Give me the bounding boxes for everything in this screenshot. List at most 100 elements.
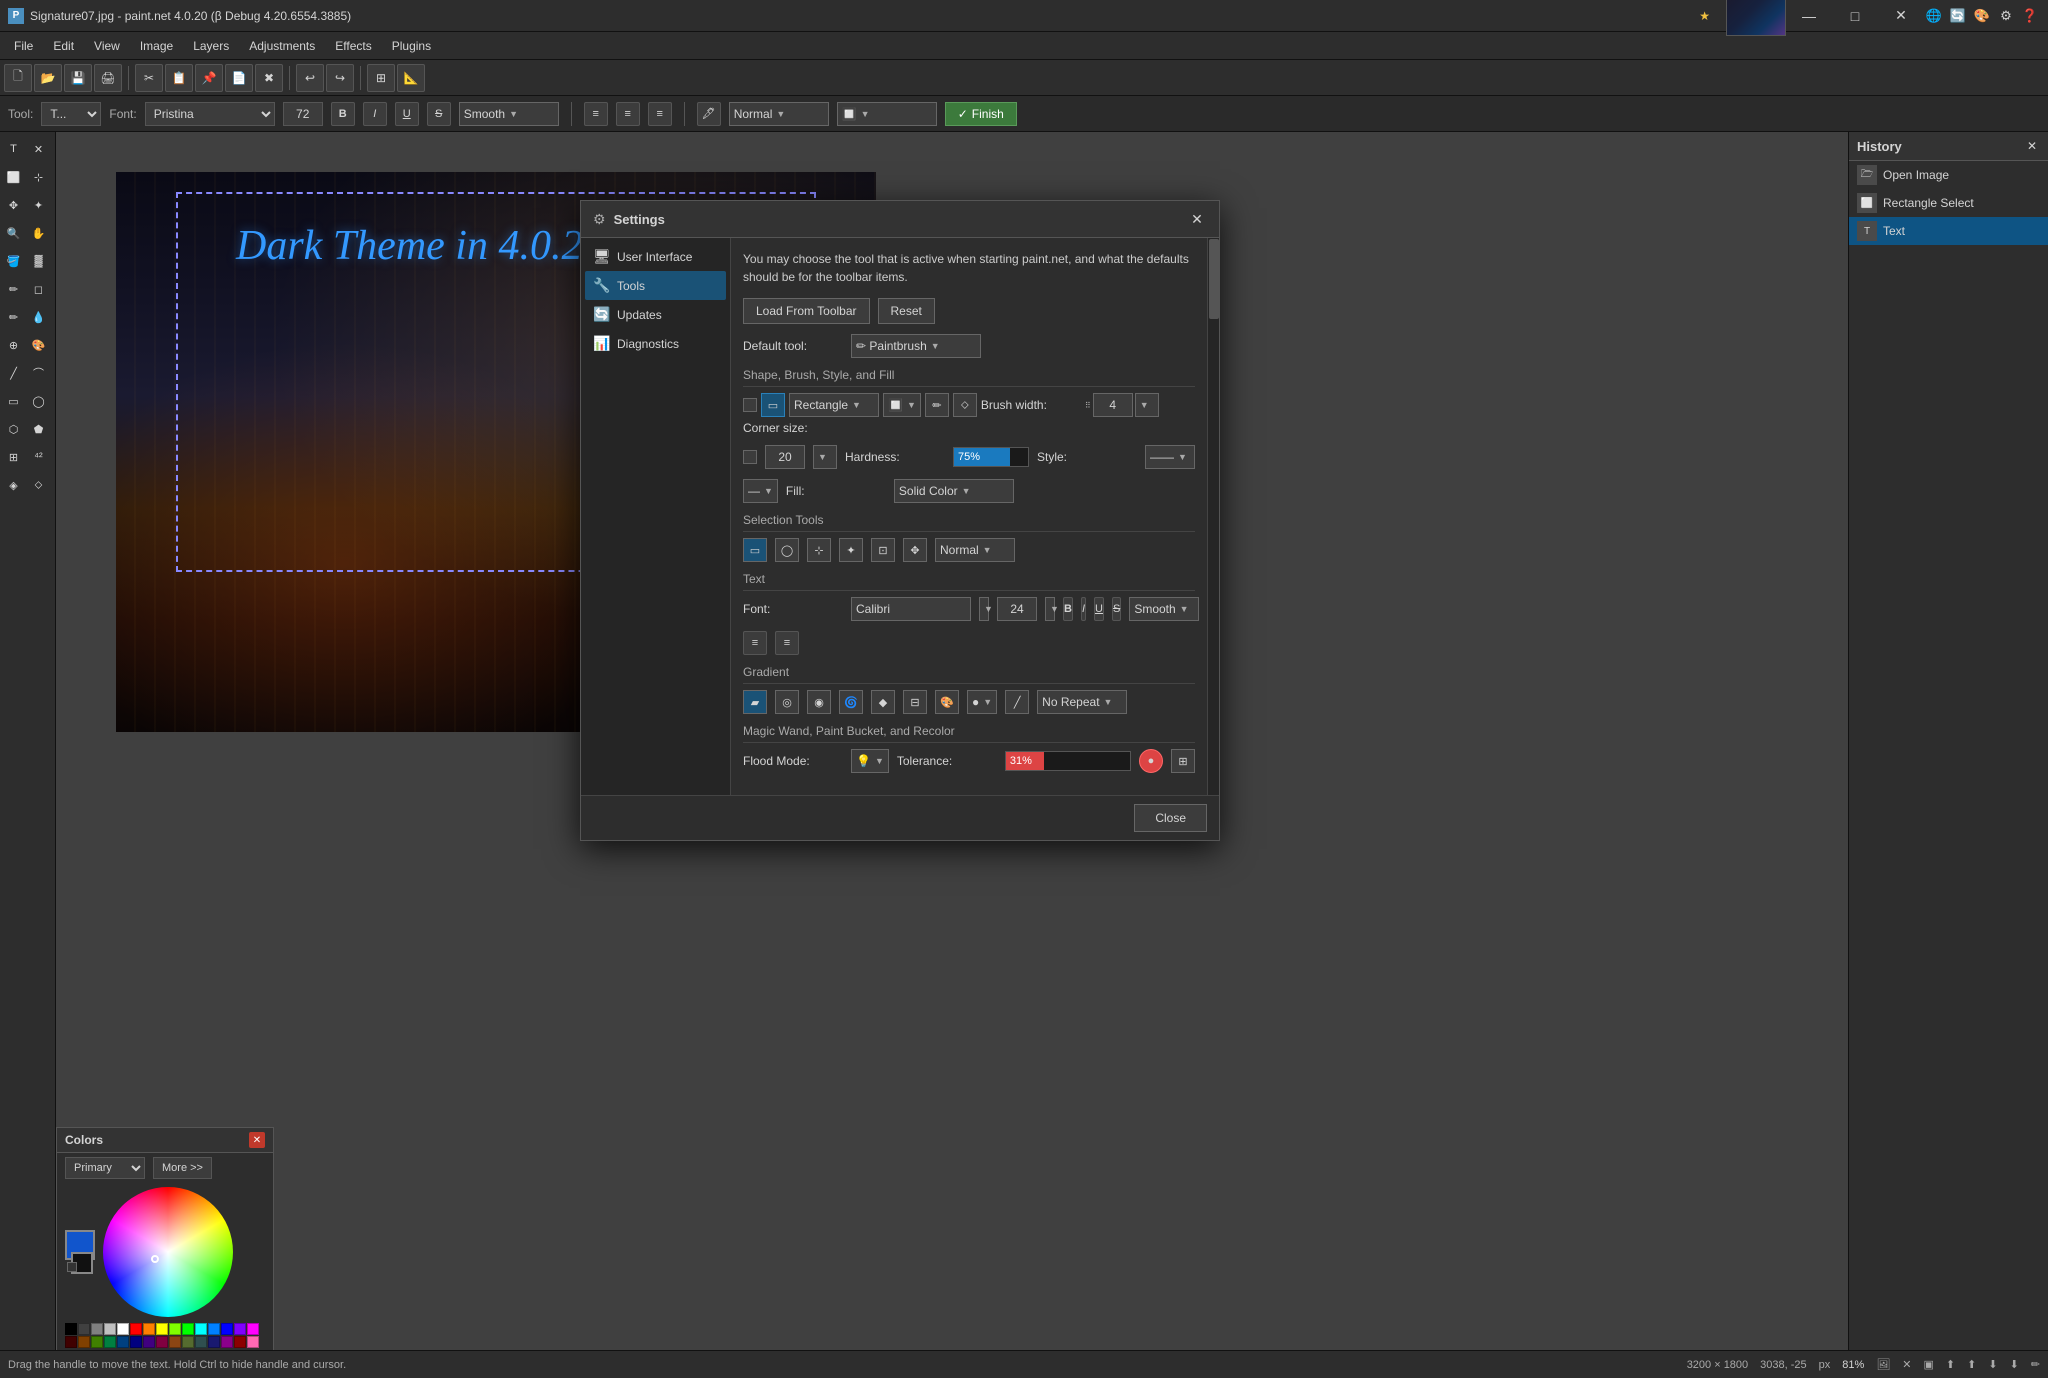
settings-close-button[interactable]: ✕	[1187, 209, 1207, 229]
tolerance-progress-bar[interactable]: 31%	[1005, 751, 1131, 771]
sel-magic-btn[interactable]: ✦	[839, 538, 863, 562]
palette-color[interactable]	[117, 1323, 129, 1335]
hardness-step-dropdown[interactable]: ▼	[813, 445, 837, 469]
grad-alpha-btn[interactable]: ╱	[1005, 690, 1029, 714]
grad-conical-btn[interactable]: ◉	[807, 690, 831, 714]
tb-copy[interactable]: 📋	[165, 64, 193, 92]
palette-color[interactable]	[247, 1336, 259, 1348]
palette-color[interactable]	[117, 1336, 129, 1348]
settings-nav-tools[interactable]: 🔧 Tools	[585, 271, 726, 300]
menu-adjustments[interactable]: Adjustments	[239, 35, 325, 57]
tool-rectangle[interactable]: ▭	[2, 388, 25, 414]
flood-mode-icon-dropdown[interactable]: 💡 ▼	[851, 749, 889, 773]
menu-view[interactable]: View	[84, 35, 130, 57]
tb-ruler[interactable]: 📐	[397, 64, 425, 92]
palette-color[interactable]	[234, 1336, 246, 1348]
tool-textbox2[interactable]: ⁴²	[27, 444, 50, 470]
palette-color[interactable]	[104, 1323, 116, 1335]
fill-type-dropdown[interactable]: Solid Color ▼	[894, 479, 1014, 503]
menu-effects[interactable]: Effects	[325, 35, 381, 57]
palette-color[interactable]	[78, 1336, 90, 1348]
palette-color[interactable]	[182, 1323, 194, 1335]
underline-button[interactable]: U	[395, 102, 419, 126]
font-size-input[interactable]	[283, 102, 323, 126]
text-bold-btn[interactable]: B	[1063, 597, 1073, 621]
tool-textbox[interactable]: ⊞	[2, 444, 25, 470]
tool-magic-wand[interactable]: ✦	[27, 192, 50, 218]
shape-type-dropdown[interactable]: Rectangle ▼	[789, 393, 879, 417]
tool-misc2[interactable]: ⬦	[27, 472, 50, 498]
bold-button[interactable]: B	[331, 102, 355, 126]
brush-width-input[interactable]	[1093, 393, 1133, 417]
tool-gradient[interactable]: ▓	[27, 248, 50, 274]
palette-color[interactable]	[169, 1336, 181, 1348]
rectangle-shape-btn[interactable]: ▭	[761, 393, 785, 417]
text-font-input[interactable]	[851, 597, 971, 621]
palette-color[interactable]	[208, 1323, 220, 1335]
tool-pan[interactable]: ✋	[27, 220, 50, 246]
palette-color[interactable]	[221, 1336, 233, 1348]
palette-color[interactable]	[91, 1323, 103, 1335]
palette-color[interactable]	[208, 1336, 220, 1348]
palette-color[interactable]	[156, 1323, 168, 1335]
align-right-button[interactable]: ≡	[648, 102, 672, 126]
settings-scrollbar-thumb[interactable]	[1209, 239, 1219, 319]
grad-linear-btn[interactable]: ▰	[743, 690, 767, 714]
shape-edit-btn[interactable]: ✏	[925, 393, 949, 417]
text-size-dropdown-arrow[interactable]: ▼	[1045, 597, 1055, 621]
text-underline-btn[interactable]: U	[1094, 597, 1104, 621]
close-button[interactable]: ✕	[1878, 0, 1924, 32]
hardness-progress-bar[interactable]: 75%	[953, 447, 1029, 467]
palette-color[interactable]	[143, 1336, 155, 1348]
color-mode-selector[interactable]: Primary Secondary	[65, 1157, 145, 1179]
tool-freeform[interactable]: ⬡	[2, 416, 25, 442]
palette-color[interactable]	[130, 1336, 142, 1348]
menu-edit[interactable]: Edit	[43, 35, 84, 57]
text-font-size-input[interactable]	[997, 597, 1037, 621]
tb-cut[interactable]: ✂	[135, 64, 163, 92]
fill-icon-dropdown[interactable]: — ▼	[743, 479, 778, 503]
settings-nav-ui[interactable]: 🖥 User Interface	[585, 242, 726, 271]
tool-text[interactable]: T	[2, 136, 25, 162]
tool-curve[interactable]: ⌒	[27, 360, 50, 386]
tb-paste[interactable]: 📌	[195, 64, 223, 92]
tolerance-color-btn[interactable]: ●	[1139, 749, 1163, 773]
opacity-dropdown[interactable]: 🔲 ▼	[837, 102, 937, 126]
tool-recolor[interactable]: 🎨	[27, 332, 50, 358]
shape-opt-dropdown[interactable]: 🔲 ▼	[883, 393, 921, 417]
settings-nav-updates[interactable]: 🔄 Updates	[585, 300, 726, 329]
palette-color[interactable]	[247, 1323, 259, 1335]
tb-clear[interactable]: ✖	[255, 64, 283, 92]
tool-paintbucket[interactable]: 🪣	[2, 248, 25, 274]
grad-diamond-btn[interactable]: ◆	[871, 690, 895, 714]
settings-dialog-close-button[interactable]: Close	[1134, 804, 1207, 832]
text-align-left-btn[interactable]: ≡	[743, 631, 767, 655]
tb-undo[interactable]: ↩	[296, 64, 324, 92]
settings-nav-diagnostics[interactable]: 📊 Diagnostics	[585, 329, 726, 358]
grad-repeat-dropdown[interactable]: No Repeat ▼	[1037, 690, 1127, 714]
colors-close-button[interactable]: ✕	[249, 1132, 265, 1148]
align-left-button[interactable]: ≡	[584, 102, 608, 126]
menu-file[interactable]: File	[4, 35, 43, 57]
tool-selector[interactable]: T...	[41, 102, 101, 126]
palette-color[interactable]	[195, 1336, 207, 1348]
palette-color[interactable]	[156, 1336, 168, 1348]
tb-open[interactable]: 📂	[34, 64, 62, 92]
tool-colorpicker[interactable]: 💧	[27, 304, 50, 330]
default-tool-dropdown[interactable]: ✏ Paintbrush ▼	[851, 334, 981, 358]
shape-checkbox[interactable]	[743, 398, 757, 412]
menu-layers[interactable]: Layers	[183, 35, 239, 57]
tolerance-extra-btn[interactable]: ⊞	[1171, 749, 1195, 773]
tool-shape[interactable]: ⬟	[27, 416, 50, 442]
color-wheel[interactable]	[103, 1187, 233, 1317]
history-item-open[interactable]: 🗁 Open Image	[1849, 161, 2048, 189]
reset-button[interactable]: Reset	[878, 298, 935, 324]
tool-close[interactable]: ✕	[27, 136, 50, 162]
palette-color[interactable]	[130, 1323, 142, 1335]
text-antialias-dropdown[interactable]: Smooth ▼	[1129, 597, 1199, 621]
text-strike-btn[interactable]: S	[1112, 597, 1121, 621]
tb-paste2[interactable]: 📄	[225, 64, 253, 92]
text-render-button[interactable]: 🖋	[697, 102, 721, 126]
palette-color[interactable]	[221, 1323, 233, 1335]
text-font-dropdown-arrow[interactable]: ▼	[979, 597, 989, 621]
